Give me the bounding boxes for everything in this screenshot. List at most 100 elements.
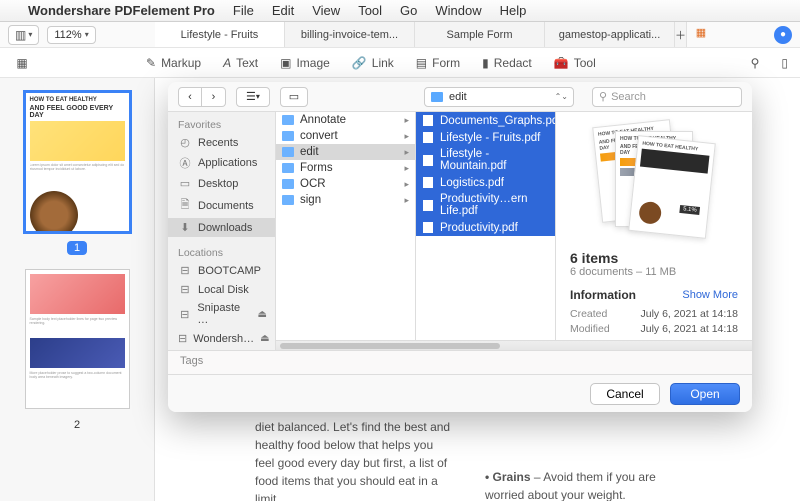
panel-icon[interactable]: ▯ (781, 56, 788, 70)
image-button[interactable]: ▣Image (280, 56, 330, 70)
dialog-toolbar: ‹ › ☰ ▾ ▭ edit ⌃⌄ ⚲ Search (168, 82, 752, 112)
text-button[interactable]: AText (223, 56, 258, 70)
chevron-down-icon: ▾ (85, 30, 89, 39)
sidebar-item-applications[interactable]: ⒶApplications (168, 152, 275, 174)
menu-help[interactable]: Help (500, 3, 527, 18)
menu-window[interactable]: Window (435, 3, 481, 18)
chevron-right-icon: ▸ (404, 195, 409, 206)
eject-icon[interactable]: ⏏ (258, 309, 267, 320)
zoom-selector[interactable]: 112% ▾ (47, 26, 95, 44)
sidebar-item-bootcamp[interactable]: ⊟BOOTCAMP (168, 261, 275, 280)
sidebar-item-desktop[interactable]: ▭Desktop (168, 174, 275, 193)
file-productivity[interactable]: Productivity.pdf (416, 219, 555, 236)
link-button[interactable]: 🔗Link (352, 56, 394, 70)
file-lifestyle-fruits[interactable]: Lifestyle - Fruits.pdf (416, 129, 555, 146)
file-documents-graphs[interactable]: Documents_Graphs.pdf (416, 112, 555, 129)
open-button[interactable]: Open (670, 383, 740, 405)
horizontal-scrollbar[interactable] (276, 340, 752, 350)
pdf-icon (422, 114, 434, 127)
app-name[interactable]: Wondershare PDFelement Pro (28, 3, 215, 18)
cancel-button[interactable]: Cancel (590, 383, 660, 405)
file-productivity-life[interactable]: Productivity…ern Life.pdf (416, 191, 555, 219)
chevron-right-icon: ▸ (404, 163, 409, 174)
menu-file[interactable]: File (233, 3, 254, 18)
sidebar-toggle-button[interactable]: ▥ ▾ (8, 25, 39, 45)
eject-icon[interactable]: ⏏ (260, 333, 269, 344)
sidebar-item-wondershare-2[interactable]: ⊟Wondersh…⏏ (168, 348, 275, 350)
folder-edit[interactable]: edit▸ (276, 144, 415, 160)
folder-sign[interactable]: sign▸ (276, 192, 415, 208)
chevron-right-icon: ▸ (404, 131, 409, 142)
sidebar-item-localdisk[interactable]: ⊟Local Disk (168, 280, 275, 299)
redact-button[interactable]: ▮Redact (482, 56, 532, 70)
dialog-footer: Cancel Open (168, 374, 752, 412)
info-heading: Information (570, 288, 636, 302)
search-icon[interactable]: ⚲ (751, 56, 760, 70)
pdf-icon (422, 154, 434, 167)
form-button[interactable]: ▤Form (416, 56, 460, 70)
thumbnail-coffee-image (30, 191, 78, 232)
toolbox-icon: 🧰 (554, 56, 569, 70)
search-icon: ⚲ (599, 90, 607, 103)
desktop-icon: ▭ (178, 177, 192, 190)
folder-ocr[interactable]: OCR▸ (276, 176, 415, 192)
folder-convert[interactable]: convert▸ (276, 128, 415, 144)
doc-paragraph-2: • Grains – Avoid them if you are worried… (485, 468, 685, 501)
dialog-search[interactable]: ⚲ Search (592, 87, 742, 107)
tab-billing-invoice[interactable]: billing-invoice-tem... (285, 22, 415, 47)
browser-column-2: Documents_Graphs.pdf Lifestyle - Fruits.… (416, 112, 556, 350)
window-toolbar: ▥ ▾ 112% ▾ Lifestyle - Fruits billing-in… (0, 22, 800, 48)
menu-view[interactable]: View (312, 3, 340, 18)
tab-strip: Lifestyle - Fruits billing-invoice-tem..… (155, 22, 760, 47)
thumbnail-berry-image (30, 338, 125, 368)
info-head: Information Show More (570, 288, 738, 302)
folder-forms[interactable]: Forms▸ (276, 160, 415, 176)
path-selector[interactable]: edit ⌃⌄ (424, 87, 574, 107)
new-tab-button[interactable]: ＋ (675, 22, 687, 47)
thumbnail-page-1[interactable]: HOW TO EAT HEALTHY AND FEEL GOOD EVERY D… (25, 92, 130, 232)
chevron-down-icon: ▾ (28, 30, 32, 39)
items-subtitle: 6 documents – 11 MB (570, 266, 738, 278)
group-button[interactable]: ▭ (280, 87, 308, 107)
tab-gamestop[interactable]: gamestop-applicati... (545, 22, 675, 47)
scrollbar-thumb[interactable] (280, 343, 500, 349)
sidebar-item-documents[interactable]: 🗎Documents (168, 193, 275, 218)
pdf-icon (422, 176, 434, 189)
clock-icon: ◴ (178, 136, 192, 149)
nav-forward-button[interactable]: › (202, 87, 226, 107)
folder-annotate[interactable]: Annotate▸ (276, 112, 415, 128)
view-mode-button[interactable]: ☰ ▾ (236, 87, 270, 107)
menu-edit[interactable]: Edit (272, 3, 294, 18)
folder-icon (282, 179, 294, 189)
markup-button[interactable]: ✎Markup (146, 56, 201, 70)
folder-icon (282, 195, 294, 205)
sidebar-item-wondershare-1[interactable]: ⊟Wondersh…⏏ (168, 329, 275, 348)
nav-back-button[interactable]: ‹ (178, 87, 202, 107)
tab-lifestyle-fruits[interactable]: Lifestyle - Fruits (155, 22, 285, 47)
thumbnail-page-2[interactable]: Sample body text placeholder lines for p… (25, 269, 130, 409)
dialog-body: Favorites ◴Recents ⒶApplications ▭Deskto… (168, 112, 752, 350)
tab-sample-form[interactable]: Sample Form (415, 22, 545, 47)
downloads-icon: ⬇ (178, 221, 192, 234)
sidebar-head-locations: Locations (168, 243, 275, 261)
account-avatar[interactable]: ● (774, 26, 792, 44)
sidebar-item-recents[interactable]: ◴Recents (168, 133, 275, 152)
chevron-right-icon: ▸ (404, 179, 409, 190)
file-logistics[interactable]: Logistics.pdf (416, 174, 555, 191)
folder-icon (282, 163, 294, 173)
show-more-link[interactable]: Show More (682, 289, 738, 301)
page-number-1: 1 (67, 241, 87, 255)
menu-tool[interactable]: Tool (358, 3, 382, 18)
app-grid-icon[interactable]: ▦ (691, 22, 711, 42)
thumbnail-fruit-image (30, 274, 125, 314)
dialog-sidebar: Favorites ◴Recents ⒶApplications ▭Deskto… (168, 112, 276, 350)
menu-go[interactable]: Go (400, 3, 417, 18)
app-icon: Ⓐ (178, 155, 192, 171)
sidebar-item-snipaste[interactable]: ⊟Snipaste …⏏ (168, 299, 275, 329)
sidebar-item-downloads[interactable]: ⬇Downloads (168, 218, 275, 237)
file-lifestyle-mountain[interactable]: Lifestyle - Mountain.pdf (416, 146, 555, 174)
info-row-created: Created July 6, 2021 at 14:18 (570, 308, 738, 320)
thumbnail-panel: HOW TO EAT HEALTHY AND FEEL GOOD EVERY D… (0, 78, 155, 501)
tool-button[interactable]: 🧰Tool (554, 56, 596, 70)
thumbnails-icon[interactable]: ▦ (12, 56, 32, 70)
